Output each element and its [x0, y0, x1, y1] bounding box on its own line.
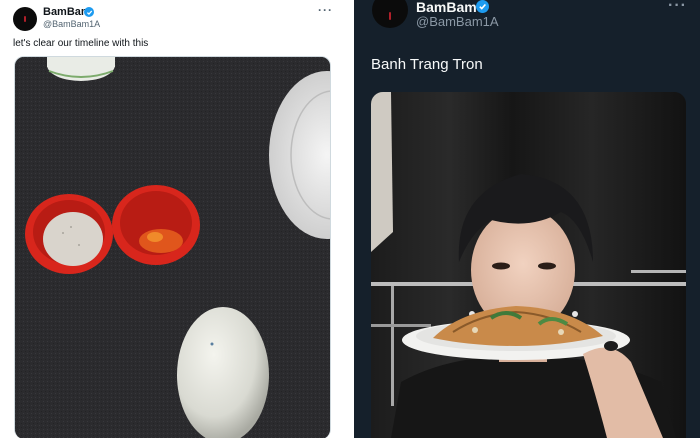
- tweet-photo[interactable]: [14, 56, 331, 438]
- tweet-text: Banh Trang Tron: [371, 56, 483, 73]
- handle[interactable]: @BamBam1A: [416, 14, 499, 29]
- verified-badge-icon: [84, 7, 94, 17]
- handle[interactable]: @BamBam1A: [43, 19, 100, 29]
- more-horizontal-icon[interactable]: ···: [318, 3, 333, 17]
- tweet-card-dark: BamBam @BamBam1A ··· Banh Trang Tron: [354, 0, 700, 438]
- avatar[interactable]: [372, 0, 408, 28]
- photo-bowls-and-egg: [15, 57, 330, 438]
- display-name[interactable]: BamBam: [416, 0, 477, 15]
- divider: [340, 0, 354, 438]
- avatar[interactable]: [13, 7, 37, 31]
- tweet-photo[interactable]: [371, 92, 686, 438]
- more-horizontal-icon[interactable]: ···: [668, 0, 687, 15]
- verified-badge-icon: [476, 0, 489, 13]
- tweet-text: let's clear our timeline with this: [13, 38, 149, 49]
- photo-person-with-plate: [371, 92, 686, 438]
- tweet-card-light: BamBam @BamBam1A ··· let's clear our tim…: [0, 0, 340, 438]
